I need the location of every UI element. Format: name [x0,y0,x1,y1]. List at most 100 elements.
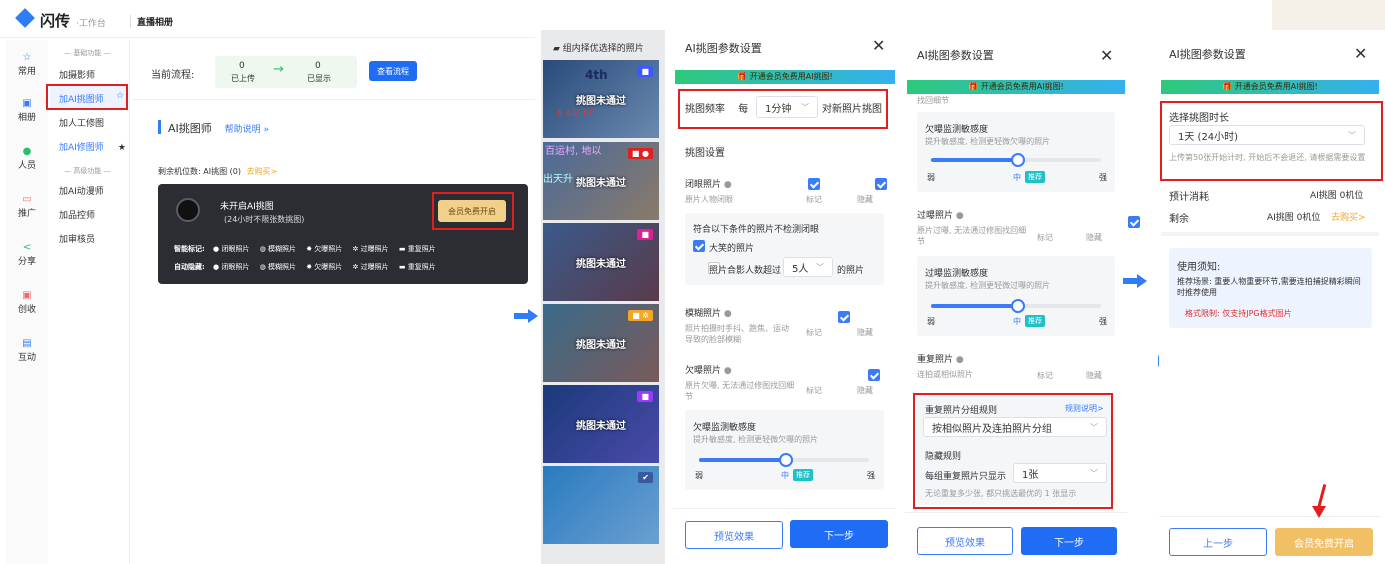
photo-status: 挑图未通过 [576,259,626,270]
p2-under-slider[interactable] [931,153,1101,167]
photos-header: ▰ 组内择优选择的照片 [553,44,644,54]
smart-mark-row: 智能标记: ● 闭眼照片 ◍ 模糊照片 ✸ 欠曝照片 ✲ 过曝照片 ▬ 重复照片 [174,245,436,253]
remaining-slots: 剩余机位数: AI挑图 (0) 去购买> [158,167,278,176]
laugh-checkbox[interactable] [693,240,705,252]
preview-button[interactable]: 预览效果 [685,521,783,549]
group-count-select[interactable]: 5人 ﹀ [783,257,833,277]
chevron-down-icon: ﹀ [816,262,824,272]
sidebar-item-promote[interactable]: ▭ 推广 [7,194,47,219]
uploaded-label: 已上传 [231,74,255,83]
next-button[interactable]: 下一步 [1021,527,1117,555]
view-flow-button[interactable]: 查看流程 [369,61,417,81]
interact-icon: ▤ [22,338,32,349]
next-button[interactable]: 下一步 [790,520,888,548]
divider [1161,232,1379,236]
help-link[interactable]: 帮助说明 » [225,125,269,135]
close-icon[interactable]: ✕ [872,38,885,54]
cost-value: AI挑图 0机位 [1310,191,1364,201]
top-bar: 闪传 ·工作台 直播相册 [0,0,535,38]
help-icon: ● [955,355,964,365]
badge-icon: ■ ● [627,148,653,159]
exception-box: 符合以下条件的照片不检测闭眼 大笑的照片 照片合影人数超过 5人 ﹀ 的照片 [685,213,884,285]
badge-icon: ■ [637,391,653,402]
buy-link[interactable]: 去购买> [1331,210,1366,223]
p2-over-slider[interactable] [931,299,1101,313]
buy-link[interactable]: 去购买> [247,167,278,176]
closed-eye-hide-checkbox[interactable] [874,178,887,190]
vip-banner[interactable]: 🎁 开通会员免费用AI挑图! [1161,80,1379,94]
pointer-arrow-head [1312,506,1326,518]
highlight-freq [678,89,888,129]
under-mark-checkbox[interactable] [867,369,880,381]
badge-icon: ■ [637,66,653,77]
close-icon[interactable]: ✕ [1100,48,1113,64]
vip-banner[interactable]: 🎁 开通会员免费用AI挑图! [907,80,1125,94]
member-open-button[interactable]: 会员免费开启 [1275,528,1373,556]
submenu-group-advanced: — 高级功能 — [64,167,111,175]
photo-status: 挑图未通过 [576,421,626,432]
photo-2[interactable]: 百运村, 地以 出天升 ■ ● 挑图未通过 [543,142,659,220]
p2-over-sens-box: 过曝监测敏感度 提升敏感度, 检测更轻微过曝的照片 弱 中 推荐 强 [917,256,1115,336]
flow-box: 0 已上传 → 0 已显示 [215,56,357,88]
ai-section-title: AI挑图师 帮助说明 » [158,120,269,135]
logo-text: 闪传 [40,12,71,30]
photo-6[interactable]: ✔ [543,466,659,544]
help-icon: ● [955,211,964,221]
prev-button[interactable]: 上一步 [1169,528,1267,556]
submenu-item-photographer[interactable]: 加摄影师 [59,68,95,81]
sidebar-item-interact[interactable]: ▤ 互动 [7,338,47,363]
sidebar-item-common[interactable]: ☆ 常用 [7,52,47,77]
photo-1[interactable]: 4th 6 4亿 60 ■ 挑图未通过 [543,60,659,138]
left-label: 剩余 [1169,214,1189,225]
submenu-item-ai-retouch[interactable]: 加AI修图师 ★ [59,140,126,153]
shown-label: 已显示 [307,74,331,83]
photo-icon: ▰ [553,44,560,54]
preview-button[interactable]: 预览效果 [917,527,1013,555]
photo-4[interactable]: ■ ✲ 挑图未通过 [543,304,659,382]
slider-handle[interactable] [779,453,793,467]
settings-section: 挑图设置 [685,148,725,159]
sidebar-item-share[interactable]: < 分享 [7,242,47,267]
revenue-icon: ▣ [22,290,32,301]
recommend-tag: 推荐 [1025,315,1045,327]
photo-text: 百运村, 地以 [545,146,602,157]
flow-label: 当前流程: [151,70,195,81]
flow-arrow-1 [514,309,538,323]
badge-icon: ■ [637,229,653,240]
photo-text: 6 4亿 60 [557,109,595,119]
photo-text: 4th [585,68,608,82]
overexposed-row: 过曝照片 ● 原片过曝, 无法通过修图找回细节 [917,211,1027,246]
slider-handle[interactable] [1011,153,1025,167]
blur-mark-checkbox[interactable] [837,311,850,323]
close-icon[interactable]: ✕ [1354,46,1367,62]
submenu-item-manual-retouch[interactable]: 加人工修图 [59,116,104,129]
slider-handle[interactable] [1011,299,1025,313]
auto-hide-row: 自动隐藏: ● 闭眼照片 ◍ 模糊照片 ✸ 欠曝照片 ✲ 过曝照片 ▬ 重复照片 [174,263,436,271]
submenu-item-qc[interactable]: 加品控师 [59,208,95,221]
p2-under-sens-box: 欠曝监测敏感度 提升敏感度, 检测更轻微欠曝的照片 弱 中 推荐 强 [917,112,1115,192]
star-icon: ☆ [22,52,32,63]
help-icon: ● [723,180,732,190]
underexposed-row: 欠曝照片 ● 原片欠曝, 无法通过修图找回细节 [685,366,795,401]
over-mark-checkbox[interactable] [1128,216,1141,228]
submenu-item-reviewer[interactable]: 加审核员 [59,232,95,245]
closed-eye-mark-checkbox[interactable] [808,178,820,190]
under-sens-box: 欠曝监测敏感度 提升敏感度, 检测更轻微欠曝的照片 弱 中 推荐 强 [685,410,884,490]
highlight-ai-picker [46,84,128,110]
photo-3[interactable]: ■ 挑图未通过 [543,223,659,301]
people-icon: ● [22,146,32,157]
sidebar-item-people[interactable]: ● 人员 [7,146,47,171]
notice-box: 使用须知: 推荐场景: 重要人物重要环节,需要连拍捕捉精彩瞬间时推荐使用 格式限… [1169,248,1372,328]
duplicate-row: 重复照片 ● 连拍或相似照片 [917,355,973,379]
under-sens-slider[interactable] [699,453,869,467]
sidebar-item-album[interactable]: ▣ 相册 [7,98,47,123]
panel-2-title: AI挑图参数设置 [917,49,994,62]
photo-5[interactable]: ■ 挑图未通过 [543,385,659,463]
vip-banner[interactable]: 🎁 开通会员免费用AI挑图! [675,70,895,84]
sidebar-item-revenue[interactable]: ▣ 创收 [7,290,47,315]
logo-icon [15,8,35,28]
submenu-item-ai-anime[interactable]: 加AI动漫师 [59,184,104,197]
highlight-duration [1160,101,1383,181]
ai-status-icon [176,198,200,222]
ai-card-title: 未开启AI挑图 [220,202,274,212]
